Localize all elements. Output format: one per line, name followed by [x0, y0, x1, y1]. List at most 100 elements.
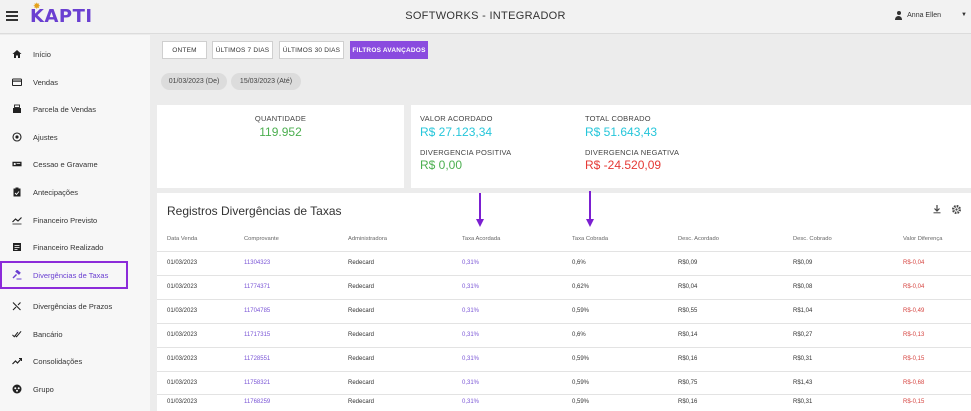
- cell-administradora: Redecard: [348, 380, 375, 386]
- cell-administradora: Redecard: [348, 332, 375, 338]
- table-row[interactable]: 01/03/2023 11728551 Redecard 0,31% 0,59%…: [157, 347, 971, 371]
- cell-comprovante-link[interactable]: 11304323: [244, 260, 270, 266]
- caret-down-icon[interactable]: ▼: [961, 12, 967, 18]
- filter-ontem-button[interactable]: ONTEM: [162, 41, 207, 59]
- sidebar-item-vendas[interactable]: Vendas: [0, 70, 150, 94]
- col-taxa-cobrada[interactable]: Taxa Cobrada: [572, 236, 608, 242]
- circle-target-icon: [12, 132, 22, 142]
- cell-data-venda: 01/03/2023: [167, 332, 198, 338]
- cell-taxa-acordada: 0,31%: [462, 356, 480, 362]
- cell-comprovante-link[interactable]: 11768259: [244, 399, 270, 405]
- sidebar-item-consolidacoes[interactable]: Consolidações: [0, 349, 150, 373]
- cell-taxa-acordada: 0,31%: [462, 399, 480, 405]
- cell-desc-acordado: R$0,04: [678, 284, 698, 290]
- cell-desc-cobrado: R$0,31: [793, 399, 813, 405]
- sidebar-item-grupo[interactable]: Grupo: [0, 377, 150, 401]
- table-row[interactable]: 01/03/2023 11774371 Redecard 0,31% 0,62%…: [157, 275, 971, 299]
- divergencia-negativa-value: R$ -24.520,09: [585, 158, 662, 172]
- user-icon: [894, 11, 903, 20]
- cell-taxa-cobrada: 0,6%: [572, 332, 586, 338]
- sidebar-item-ajustes[interactable]: Ajustes: [0, 125, 150, 149]
- col-taxa-acordada[interactable]: Taxa Acordada: [462, 236, 500, 242]
- date-from-chip[interactable]: 01/03/2023 (De): [161, 73, 227, 90]
- annotation-arrow-taxa-acordada: [476, 193, 484, 227]
- cell-taxa-acordada: 0,31%: [462, 380, 480, 386]
- cell-desc-acordado: R$0,16: [678, 356, 698, 362]
- cell-valor-diferenca: R$-0,49: [903, 308, 925, 314]
- quantity-label: QUANTIDADE: [254, 114, 307, 123]
- sidebar-item-divergencias-prazos[interactable]: Divergências de Prazos: [0, 294, 150, 318]
- divergencia-negativa-label: DIVERGENCIA NEGATIVA: [585, 148, 680, 157]
- cell-taxa-acordada: 0,31%: [462, 332, 480, 338]
- gavel-icon: [12, 270, 22, 280]
- user-name: Anna Ellen: [907, 12, 941, 19]
- cell-valor-diferenca: R$-0,04: [903, 260, 925, 266]
- table-row[interactable]: 01/03/2023 11304323 Redecard 0,31% 0,6% …: [157, 251, 971, 275]
- cell-comprovante-link[interactable]: 11704785: [244, 308, 270, 314]
- sidebar-item-antecipacoes[interactable]: Antecipações: [0, 180, 150, 204]
- cell-data-venda: 01/03/2023: [167, 260, 198, 266]
- register-icon: [12, 104, 22, 114]
- user-menu[interactable]: Anna Ellen: [894, 11, 941, 20]
- trending-up-icon: [12, 356, 22, 366]
- valor-acordado-value: R$ 27.123,34: [420, 125, 493, 139]
- table-row[interactable]: 01/03/2023 11717315 Redecard 0,31% 0,6% …: [157, 323, 971, 347]
- cell-taxa-acordada: 0,31%: [462, 308, 480, 314]
- sidebar-item-inicio[interactable]: Início: [0, 42, 150, 66]
- cell-data-venda: 01/03/2023: [167, 308, 198, 314]
- col-data-venda[interactable]: Data Venda: [167, 236, 197, 242]
- cell-taxa-cobrada: 0,59%: [572, 380, 590, 386]
- top-bar: ✸ KAPTI SOFTWORKS - INTEGRADOR Anna Ellen…: [0, 0, 971, 34]
- cell-comprovante-link[interactable]: 11774371: [244, 284, 270, 290]
- sidebar-item-divergencias-taxas[interactable]: Divergências de Taxas: [0, 261, 128, 289]
- col-desc-acordado[interactable]: Desc. Acordado: [678, 236, 719, 242]
- sidebar-item-bancario[interactable]: Bancário: [0, 322, 150, 346]
- total-cobrado-value: R$ 51.643,43: [585, 125, 658, 139]
- table-row[interactable]: 01/03/2023 11758321 Redecard 0,31% 0,59%…: [157, 371, 971, 395]
- shuffle-icon: [12, 301, 22, 311]
- cell-desc-acordado: R$0,55: [678, 308, 698, 314]
- col-administradora[interactable]: Administradora: [348, 236, 387, 242]
- settings-gear-icon[interactable]: [951, 204, 962, 218]
- filter-30-days-button[interactable]: ÚLTIMOS 30 DIAS: [279, 41, 344, 59]
- cell-data-venda: 01/03/2023: [167, 284, 198, 290]
- chart-trend-icon: [12, 215, 22, 225]
- sidebar-item-financeiro-realizado[interactable]: Financeiro Realizado: [0, 235, 150, 259]
- cell-comprovante-link[interactable]: 11728551: [244, 356, 270, 362]
- sidebar-item-parcela-vendas[interactable]: Parcela de Vendas: [0, 97, 150, 121]
- cell-administradora: Redecard: [348, 284, 375, 290]
- cell-taxa-cobrada: 0,59%: [572, 356, 590, 362]
- cell-desc-cobrado: R$1,04: [793, 308, 813, 314]
- cell-administradora: Redecard: [348, 260, 375, 266]
- cell-taxa-cobrada: 0,59%: [572, 308, 590, 314]
- cell-desc-acordado: R$0,14: [678, 332, 698, 338]
- col-comprovante[interactable]: Comprovante: [244, 236, 279, 242]
- cell-desc-acordado: R$0,16: [678, 399, 698, 405]
- cell-desc-acordado: R$0,09: [678, 260, 698, 266]
- col-valor-diferenca[interactable]: Valor Diferença: [903, 236, 943, 242]
- sidebar-item-cessao-gravame[interactable]: Cessao e Gravame: [0, 152, 150, 176]
- home-icon: [12, 49, 22, 59]
- cell-data-venda: 01/03/2023: [167, 399, 198, 405]
- cell-comprovante-link[interactable]: 11717315: [244, 332, 270, 338]
- col-desc-cobrado[interactable]: Desc. Cobrado: [793, 236, 832, 242]
- date-to-chip[interactable]: 15/03/2023 (Até): [231, 73, 301, 90]
- cell-administradora: Redecard: [348, 356, 375, 362]
- cell-valor-diferenca: R$-0,15: [903, 356, 925, 362]
- sidebar: Início Vendas Parcela de Vendas Ajustes …: [0, 35, 150, 411]
- cell-desc-cobrado: R$0,31: [793, 356, 813, 362]
- cell-administradora: Redecard: [348, 399, 375, 405]
- group-icon: [12, 384, 22, 394]
- sidebar-item-financeiro-previsto[interactable]: Financeiro Previsto: [0, 208, 150, 232]
- table-row[interactable]: 01/03/2023 11768259 Redecard 0,31% 0,59%…: [157, 394, 971, 411]
- cell-comprovante-link[interactable]: 11758321: [244, 380, 270, 386]
- download-icon[interactable]: [932, 204, 942, 217]
- cell-data-venda: 01/03/2023: [167, 356, 198, 362]
- total-cobrado-label: TOTAL COBRADO: [585, 114, 651, 123]
- cell-administradora: Redecard: [348, 308, 375, 314]
- advanced-filters-button[interactable]: FILTROS AVANÇADOS: [350, 41, 428, 59]
- document-icon: [12, 242, 22, 252]
- table-row[interactable]: 01/03/2023 11704785 Redecard 0,31% 0,59%…: [157, 299, 971, 323]
- filter-7-days-button[interactable]: ÚLTIMOS 7 DIAS: [212, 41, 273, 59]
- quantity-card: QUANTIDADE 119.952: [157, 105, 404, 188]
